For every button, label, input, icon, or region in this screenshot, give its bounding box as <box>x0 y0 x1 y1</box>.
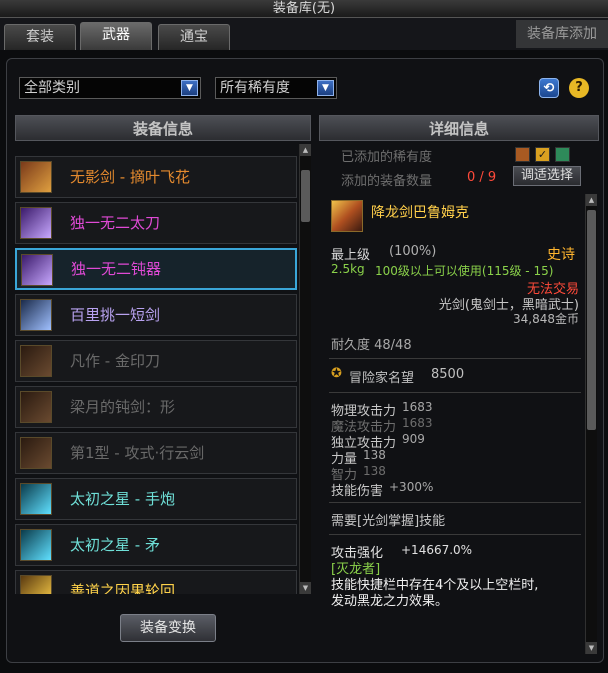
category-select[interactable]: 全部类别 ▼ <box>19 77 201 99</box>
rarity-select-value: 所有稀有度 <box>220 80 290 96</box>
level-pct: (100%) <box>389 244 437 259</box>
fame-icon: ✪ <box>331 366 342 381</box>
item-name: 降龙剑巴鲁姆克 <box>371 205 469 221</box>
list-scroll-thumb[interactable] <box>301 170 310 222</box>
equipment-name: 独一无二钝器 <box>71 260 162 278</box>
divider <box>329 534 581 535</box>
weapon-icon <box>20 299 52 331</box>
equipment-name: 太初之星 - 矛 <box>70 536 160 554</box>
equipment-list-item[interactable]: 梁月的钝剑：形 <box>15 386 297 428</box>
rarity-swatch-primeval[interactable] <box>555 147 570 162</box>
detail-scrollbar[interactable]: ▲ ▼ <box>585 194 597 654</box>
equipment-list-item[interactable]: 凡作 - 金印刀 <box>15 340 297 382</box>
equipment-list-item[interactable]: 独一无二太刀 <box>15 202 297 244</box>
item-icon <box>331 200 363 232</box>
chevron-down-icon[interactable]: ▼ <box>317 80 334 96</box>
tab-sets[interactable]: 套装 <box>4 24 76 50</box>
category-select-value: 全部类别 <box>24 80 80 96</box>
rarity-added-label: 已添加的稀有度 <box>341 150 433 165</box>
refresh-icon[interactable]: ⟲ <box>539 78 559 98</box>
stat-value: 138 <box>363 464 386 478</box>
equipment-name: 百里挑一短剑 <box>70 306 161 324</box>
rarity-swatch-epic-checked[interactable]: ✓ <box>535 147 550 162</box>
weapon-icon <box>20 483 52 515</box>
window-title: 装备库(无) <box>272 1 336 16</box>
fame-value: 8500 <box>431 367 465 382</box>
equipment-list-item[interactable]: 独一无二钝器 <box>15 248 297 290</box>
equipment-list-item[interactable]: 太初之星 - 手炮 <box>15 478 297 520</box>
rarity-select[interactable]: 所有稀有度 ▼ <box>215 77 337 99</box>
detail-header: 详细信息 <box>319 115 599 141</box>
weight-text: 2.5kg <box>331 262 365 276</box>
scroll-down-icon[interactable]: ▼ <box>300 582 311 594</box>
tab-treasure[interactable]: 通宝 <box>158 24 230 50</box>
level-label: 最上级 <box>331 248 371 263</box>
weapon-icon <box>20 207 52 239</box>
skill-requirement: 需要[光剑掌握]技能 <box>331 514 446 529</box>
tab-add-to-library[interactable]: 装备库添加 <box>516 20 608 48</box>
fame-label: 冒险家名望 <box>349 371 415 386</box>
equipment-name: 凡作 - 金印刀 <box>70 352 160 370</box>
required-level: 100级以上可以使用(115级 - 15) <box>375 264 554 278</box>
equipment-transform-button[interactable]: 装备变换 <box>120 614 216 642</box>
stat-value: 909 <box>402 432 425 446</box>
rarity-swatch-legendary[interactable] <box>515 147 530 162</box>
weapon-icon <box>21 254 53 286</box>
equipment-list-item[interactable]: 善道之因果轮回 <box>15 570 297 594</box>
skill-description-line2: 发动黑龙之力效果。 <box>331 594 449 609</box>
equipment-name: 梁月的钝剑：形 <box>70 398 176 416</box>
durability: 耐久度 48/48 <box>331 338 412 353</box>
equipment-name: 独一无二太刀 <box>70 214 161 232</box>
tab-bar: 套装 武器 通宝 装备库添加 <box>0 18 608 50</box>
weapon-icon <box>20 437 52 469</box>
equipment-list-item[interactable]: 太初之星 - 矛 <box>15 524 297 566</box>
divider <box>329 392 581 393</box>
equipment-list: 无影剑 - 摘叶飞花 独一无二太刀 独一无二钝器 百里挑一短剑 凡作 - 金印刀 梁月的钝… <box>15 144 311 594</box>
scroll-down-icon[interactable]: ▼ <box>586 642 597 654</box>
stat-value: +300% <box>389 480 434 494</box>
chevron-down-icon[interactable]: ▼ <box>181 80 198 96</box>
equipment-list-item[interactable]: 第1型 - 攻式·行云剑 <box>15 432 297 474</box>
stat-value: 1683 <box>402 416 433 430</box>
detail-scroll-thumb[interactable] <box>587 210 596 430</box>
item-price: 34,848金币 <box>513 312 579 326</box>
rarity-text: 史诗 <box>547 247 575 263</box>
equipment-name: 第1型 - 攻式·行云剑 <box>70 444 205 462</box>
equipment-name: 无影剑 - 摘叶飞花 <box>70 168 190 186</box>
equipment-list-header: 装备信息 <box>15 115 311 141</box>
weapon-icon <box>20 391 52 423</box>
stat-label: 技能伤害 <box>331 484 384 499</box>
divider <box>329 502 581 503</box>
weapon-icon <box>20 161 52 193</box>
window-titlebar: 装备库(无) <box>0 0 608 18</box>
weapon-icon <box>20 345 52 377</box>
main-panel: 全部类别 ▼ 所有稀有度 ▼ ⟲ ? 装备信息 详细信息 无影剑 - 摘叶飞花独… <box>6 58 604 663</box>
help-icon[interactable]: ? <box>569 78 589 98</box>
equipment-name: 太初之星 - 手炮 <box>70 490 175 508</box>
weapon-icon <box>20 529 52 561</box>
tab-weapons[interactable]: 武器 <box>80 22 152 50</box>
stat-value: 1683 <box>402 400 433 414</box>
added-count-label: 添加的装备数量 <box>341 174 433 189</box>
attack-enhance-value: +14667.0% <box>401 543 473 557</box>
divider <box>329 358 581 359</box>
list-scrollbar[interactable]: ▲ ▼ <box>299 144 311 594</box>
equipment-list-item[interactable]: 无影剑 - 摘叶飞花 <box>15 156 297 198</box>
equipment-name: 善道之因果轮回 <box>70 582 176 594</box>
weapon-icon <box>20 575 52 594</box>
detail-panel: 已添加的稀有度 ✓ 添加的装备数量 0 / 9 调适选择 ▲ ▼ 降龙剑巴鲁姆克… <box>319 144 599 654</box>
stat-value: 138 <box>363 448 386 462</box>
added-count-value: 0 / 9 <box>467 170 497 185</box>
scroll-up-icon[interactable]: ▲ <box>300 144 311 156</box>
equipment-list-item[interactable]: 百里挑一短剑 <box>15 294 297 336</box>
adjust-selection-button[interactable]: 调适选择 <box>513 166 581 186</box>
scroll-up-icon[interactable]: ▲ <box>586 194 597 206</box>
